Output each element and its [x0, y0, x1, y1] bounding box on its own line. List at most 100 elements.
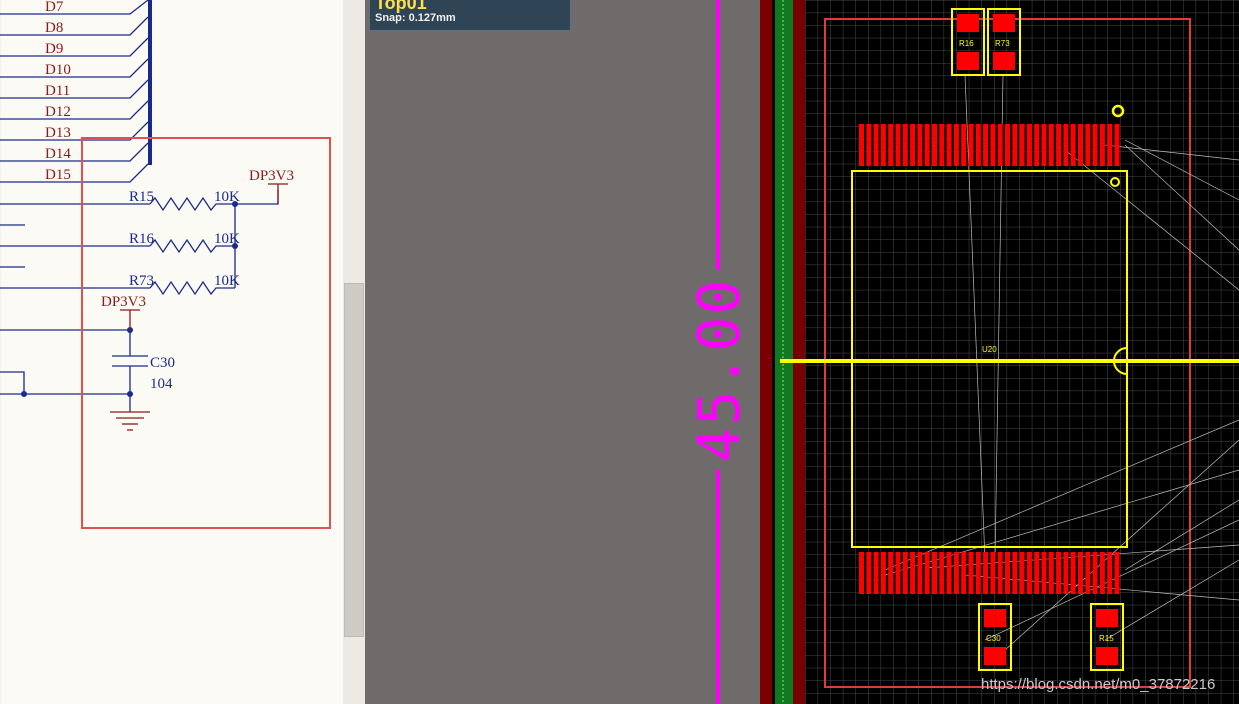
snap-value: Snap: 0.127mm	[375, 12, 456, 24]
ic-pad	[1048, 124, 1054, 166]
ic-pad	[939, 124, 945, 166]
ic-pad	[873, 124, 879, 166]
ic-pad	[953, 552, 959, 594]
schematic-canvas: D7 D8 D9 D10 D11 D12 D13 D14 D15 DP3V3 D…	[0, 0, 331, 704]
capacitor-symbol	[112, 330, 148, 412]
resistor-r15-value: 10K	[214, 189, 240, 205]
capacitor-c30-designator: C30	[150, 355, 175, 371]
ic-pad	[888, 124, 894, 166]
ic-pad	[1078, 552, 1083, 594]
ic-pad	[1026, 552, 1032, 594]
capacitor-c30-value: 104	[150, 376, 173, 392]
resistor-r73-designator: R73	[129, 273, 154, 289]
ground-symbol	[110, 411, 150, 431]
ic-pad	[953, 124, 959, 166]
ic-pad	[968, 124, 974, 166]
ic-pad	[910, 124, 916, 166]
ic-pad	[1034, 124, 1040, 166]
ic-pad	[939, 552, 945, 594]
ic-pad	[1041, 552, 1047, 594]
ic-pad	[1099, 124, 1105, 166]
pcb-editor[interactable]: U20 R16 R73 C30 R15 45.00 Top01 Snap: 0.…	[365, 0, 1239, 704]
ic-pad	[932, 552, 937, 594]
ic-pad	[1107, 124, 1113, 166]
ic-pad	[910, 552, 916, 594]
scrollbar-thumb[interactable]	[344, 283, 364, 637]
resistor-r73-value: 10K	[214, 273, 240, 289]
ic-pad	[859, 552, 864, 594]
net-label-d13: D13	[45, 125, 71, 141]
ic-pad	[983, 552, 989, 594]
net-label-d9: D9	[45, 41, 63, 57]
ic-pad	[1048, 552, 1054, 594]
watermark-text: https://blog.csdn.net/m0_37872216	[981, 676, 1216, 693]
ic-pad	[866, 552, 872, 594]
highlight-box	[81, 137, 331, 529]
ic-pad	[946, 124, 952, 166]
ic-designator: U20	[982, 345, 997, 354]
ic-pad	[917, 124, 923, 166]
ic-pad	[1099, 552, 1105, 594]
ic-pad	[1107, 552, 1113, 594]
ic-pad	[1056, 552, 1062, 594]
power-port-dp3v3-top: DP3V3	[249, 168, 294, 184]
ic-pad	[975, 124, 981, 166]
net-label-d15: D15	[45, 167, 71, 183]
net-label-d7: D7	[45, 0, 64, 15]
ic-pad	[866, 124, 872, 166]
ic-pad	[1114, 124, 1120, 166]
power-port-dp3v3-cap: DP3V3	[101, 294, 146, 310]
ic-pad	[1034, 552, 1040, 594]
r73-label: R73	[995, 39, 1010, 48]
ic-pad	[990, 124, 996, 166]
ic-pad	[1005, 124, 1010, 166]
dimension-text: 45.00	[685, 270, 753, 470]
ic-pad	[1092, 552, 1098, 594]
ic-pad	[997, 552, 1003, 594]
ic-pad	[975, 552, 981, 594]
ic-pad	[1092, 124, 1098, 166]
ic-pad	[902, 552, 908, 594]
ic-pad	[1085, 124, 1091, 166]
ic-pad	[1056, 124, 1062, 166]
ic-pad	[880, 552, 886, 594]
ic-pad	[1063, 552, 1069, 594]
ic-pad	[983, 124, 989, 166]
r16-label: R16	[959, 39, 974, 48]
ic-pad	[932, 124, 937, 166]
ic-pad	[1019, 552, 1025, 594]
ic-pad	[895, 552, 901, 594]
ic-pad	[902, 124, 908, 166]
net-wires	[0, 0, 150, 395]
ic-pad	[990, 552, 996, 594]
ic-pad	[1063, 124, 1069, 166]
ic-pad	[859, 124, 864, 166]
ic-pad	[880, 124, 886, 166]
ic-pad	[917, 552, 923, 594]
net-label-d10: D10	[45, 62, 71, 78]
snap-tooltip: Top01 Snap: 0.127mm	[369, 0, 571, 31]
ic-pad	[961, 124, 967, 166]
resistor-r16-value: 10K	[214, 231, 240, 247]
ic-pad	[961, 552, 967, 594]
r15-label: R15	[1099, 634, 1114, 643]
resistor-r15-designator: R15	[129, 189, 154, 205]
pcb-canvas: U20 R16 R73 C30 R15	[710, 0, 1239, 704]
ic-pad	[1070, 552, 1076, 594]
schematic-editor[interactable]: D7 D8 D9 D10 D11 D12 D13 D14 D15 DP3V3 D…	[0, 0, 343, 704]
net-label-d14: D14	[45, 146, 71, 162]
ic-pad	[1078, 124, 1083, 166]
net-label-d12: D12	[45, 104, 71, 120]
ic-pad	[1019, 124, 1025, 166]
net-label-d11: D11	[45, 83, 70, 99]
ic-pad	[895, 124, 901, 166]
vertical-scrollbar[interactable]	[343, 0, 365, 704]
c30-label: C30	[986, 634, 1001, 643]
ic-pad	[1041, 124, 1047, 166]
ic-pad	[1114, 552, 1120, 594]
ic-pad	[924, 124, 930, 166]
ic-pad	[968, 552, 974, 594]
ic-pad	[1012, 124, 1018, 166]
ic-pad	[1085, 552, 1091, 594]
ic-pad	[888, 552, 894, 594]
